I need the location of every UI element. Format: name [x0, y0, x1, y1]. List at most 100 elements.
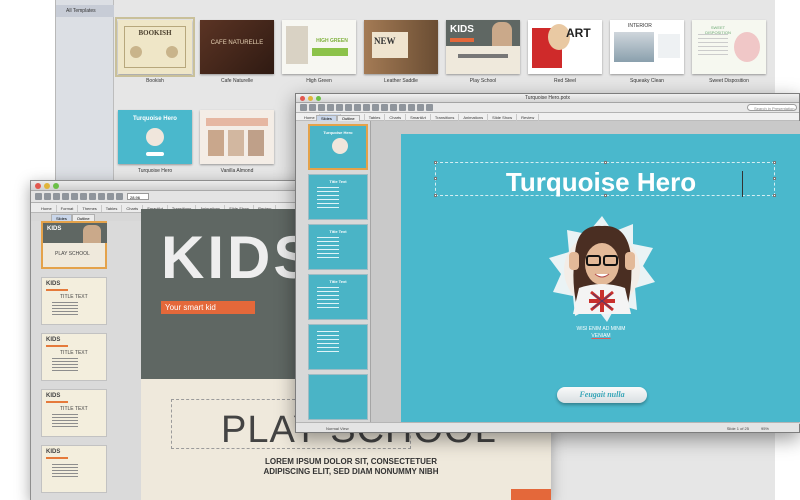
- redo-icon[interactable]: [116, 193, 123, 200]
- window-controls[interactable]: [35, 183, 59, 189]
- template-play-school[interactable]: KIDS Play School: [446, 20, 520, 84]
- paste-icon[interactable]: [354, 104, 361, 111]
- template-vanilla-almond[interactable]: Vanilla Almond: [200, 110, 274, 174]
- slide-thumbnail[interactable]: KIDS TITLE TEXT: [41, 333, 107, 381]
- template-cafe-naturelle[interactable]: CAFE NATURELLE Cafe Naturelle: [200, 20, 274, 84]
- shape-icon[interactable]: [417, 104, 424, 111]
- slide-subtitle[interactable]: WISI ENIM AD MINIM VENIAM: [541, 326, 661, 340]
- cut-icon[interactable]: [336, 104, 343, 111]
- slide-thumbnail[interactable]: Title Text: [308, 224, 368, 270]
- slide-thumbnail[interactable]: KIDS: [41, 445, 107, 493]
- zoom-field[interactable]: 28.96: [127, 193, 149, 200]
- desktop: All Templates BOOKISH Bookish CAFE NATUR…: [0, 0, 800, 500]
- slide-thumbnail[interactable]: [308, 324, 368, 370]
- new-icon[interactable]: [35, 193, 42, 200]
- redo-icon[interactable]: [381, 104, 388, 111]
- tab-smartart[interactable]: SmartArt: [406, 114, 431, 121]
- template-bookish[interactable]: BOOKISH Bookish: [115, 17, 195, 84]
- minimize-icon[interactable]: [44, 183, 50, 189]
- template-squeaky-clean[interactable]: INTERIOR Squeaky Clean: [610, 20, 684, 84]
- slide-thumbnail[interactable]: Turquoise Hero: [308, 124, 368, 170]
- thumbnail-title: BOOKISH: [138, 29, 172, 37]
- resize-handle[interactable]: [773, 194, 776, 197]
- paste-icon[interactable]: [89, 193, 96, 200]
- resize-handle[interactable]: [434, 177, 437, 180]
- template-leather-saddle[interactable]: NEW Leather Saddle: [364, 20, 438, 84]
- template-thumbnail: BOOKISH: [115, 17, 195, 77]
- slide-counter: Slide 1 of 25: [726, 426, 749, 431]
- resize-handle[interactable]: [434, 194, 437, 197]
- thumbnail-title: TITLE TEXT: [60, 350, 88, 356]
- table-icon[interactable]: [426, 104, 433, 111]
- template-turquoise-hero[interactable]: Turquoise Hero Turquoise Hero: [118, 110, 192, 174]
- slide-thumbnail[interactable]: KIDS TITLE TEXT: [41, 277, 107, 325]
- resize-handle[interactable]: [434, 161, 437, 164]
- close-icon[interactable]: [35, 183, 41, 189]
- undo-icon[interactable]: [107, 193, 114, 200]
- slide-subheading[interactable]: Your smart kid: [161, 301, 255, 314]
- zoom-icon[interactable]: [53, 183, 59, 189]
- resize-handle[interactable]: [773, 161, 776, 164]
- slide-thumbnail[interactable]: [308, 374, 368, 420]
- slide-heading[interactable]: KIDS: [161, 223, 316, 292]
- text-box-icon[interactable]: [408, 104, 415, 111]
- thumbnail-title: Title Text: [329, 279, 347, 284]
- tab-home[interactable]: Home: [37, 205, 57, 212]
- template-red-steel[interactable]: ART Red Steel: [528, 20, 602, 84]
- slide-thumbnail[interactable]: Title Text: [308, 174, 368, 220]
- template-label: Bookish: [146, 78, 164, 84]
- template-sweet-disposition[interactable]: SWEET DISPOSITION Sweet Disposition: [692, 20, 766, 84]
- tab-tables[interactable]: Tables: [102, 205, 123, 212]
- view-mode-label[interactable]: Normal View: [326, 426, 349, 431]
- template-thumbnail: [200, 110, 274, 164]
- sidebar-item-all-templates[interactable]: All Templates: [56, 5, 114, 17]
- slide-thumbnail[interactable]: Title Text: [308, 274, 368, 320]
- title-placeholder[interactable]: Turquoise Hero: [434, 161, 776, 198]
- slide-thumbnails-pane[interactable]: KIDS PLAY SCHOOL KIDS TITLE TEXT KIDS TI…: [31, 221, 143, 500]
- copy-icon[interactable]: [345, 104, 352, 111]
- open-icon[interactable]: [44, 193, 51, 200]
- picture-icon[interactable]: [399, 104, 406, 111]
- save-icon[interactable]: [53, 193, 60, 200]
- template-label: Sweet Disposition: [709, 78, 749, 84]
- print-icon[interactable]: [62, 193, 69, 200]
- tab-format[interactable]: Format: [57, 205, 79, 212]
- resize-handle[interactable]: [773, 177, 776, 180]
- tab-themes[interactable]: Themes: [78, 205, 102, 212]
- toolbar-icons[interactable]: [300, 104, 433, 111]
- template-thumbnail: INTERIOR: [610, 20, 684, 74]
- search-input[interactable]: Search in Presentation: [747, 104, 797, 111]
- tab-animations[interactable]: Animations: [459, 114, 489, 121]
- slide-body-text[interactable]: LOREM IPSUM DOLOR SIT, CONSECTETUER ADIP…: [251, 457, 451, 477]
- undo-icon[interactable]: [372, 104, 379, 111]
- template-high-green[interactable]: HIGH GREEN High Green: [282, 20, 356, 84]
- format-icon[interactable]: [98, 193, 105, 200]
- format-icon[interactable]: [363, 104, 370, 111]
- hero-portrait-image[interactable]: [547, 214, 657, 324]
- tab-transitions[interactable]: Transitions: [431, 114, 460, 121]
- subtitle-line-2: VENIAM: [591, 333, 611, 339]
- slide-thumbnail[interactable]: KIDS TITLE TEXT: [41, 389, 107, 437]
- resize-handle[interactable]: [604, 194, 607, 197]
- copy-icon[interactable]: [80, 193, 87, 200]
- media-icon[interactable]: [390, 104, 397, 111]
- slide-thumbnail[interactable]: KIDS PLAY SCHOOL: [41, 221, 107, 269]
- tab-slide-show[interactable]: Slide Show: [488, 114, 518, 121]
- resize-handle[interactable]: [604, 161, 607, 164]
- open-icon[interactable]: [309, 104, 316, 111]
- slide-thumbnails-pane[interactable]: Turquoise Hero Title Text Title Text Tit…: [296, 121, 371, 424]
- new-icon[interactable]: [300, 104, 307, 111]
- slide-title[interactable]: Turquoise Hero: [436, 167, 766, 198]
- tab-charts[interactable]: Charts: [385, 114, 407, 121]
- save-icon[interactable]: [318, 104, 325, 111]
- slide-canvas[interactable]: Turquoise Hero WISI ENIM AD MINIM VENIAM…: [401, 134, 800, 422]
- tab-tables[interactable]: Tables: [365, 114, 386, 121]
- cut-icon[interactable]: [71, 193, 78, 200]
- tab-review[interactable]: Review: [517, 114, 540, 121]
- print-icon[interactable]: [327, 104, 334, 111]
- slide-call-to-action-button[interactable]: Feugait nulla: [557, 387, 647, 403]
- template-thumbnail: Turquoise Hero: [118, 110, 192, 164]
- zoom-level[interactable]: 95%: [761, 426, 769, 431]
- toolbar-icons[interactable]: [35, 193, 123, 200]
- template-label: Red Steel: [554, 78, 576, 84]
